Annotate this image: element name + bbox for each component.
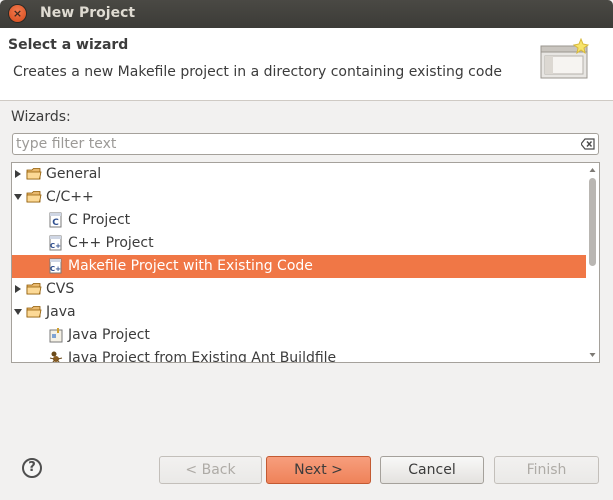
tree-item-label: Java: [46, 304, 76, 320]
next-button[interactable]: Next >: [266, 456, 371, 484]
tree-item-label: C++ Project: [68, 235, 154, 251]
expand-arrow-icon[interactable]: [13, 169, 23, 179]
tree-item[interactable]: Java Project: [12, 324, 586, 347]
expand-arrow-icon[interactable]: [13, 284, 23, 294]
wizard-tree[interactable]: General C/C++ C C Project C+ C++ Project C+ Mak…: [11, 162, 600, 363]
vertical-scrollbar[interactable]: [587, 164, 598, 361]
tree-item-label: General: [46, 166, 102, 182]
cpp-project-icon: C+: [49, 235, 62, 251]
svg-text:C: C: [52, 218, 59, 228]
title-bar: × New Project: [0, 0, 613, 28]
folder-icon: [26, 306, 42, 318]
tree-item[interactable]: C/C++: [12, 186, 586, 209]
tree-item-label: C Project: [68, 212, 131, 228]
svg-text:C+: C+: [50, 265, 61, 273]
cancel-button[interactable]: Cancel: [380, 456, 484, 484]
tree-item-label: Makefile Project with Existing Code: [68, 258, 313, 274]
folder-icon: [26, 168, 42, 180]
finish-button[interactable]: Finish: [494, 456, 599, 484]
cpp-project-icon: C+: [49, 258, 62, 274]
tree-item[interactable]: Java: [12, 301, 586, 324]
tree-item[interactable]: General: [12, 163, 586, 186]
page-title: Select a wizard: [8, 37, 129, 53]
tree-item-label: C/C++: [46, 189, 94, 205]
tree-item-label: CVS: [46, 281, 75, 297]
tree-item[interactable]: C+ C++ Project: [12, 232, 586, 255]
clear-filter-icon[interactable]: [581, 138, 595, 150]
svg-text:C+: C+: [50, 242, 61, 250]
ant-project-icon: [49, 351, 63, 362]
tree-item[interactable]: C+ Makefile Project with Existing Code: [12, 255, 586, 278]
folder-icon: [26, 283, 42, 295]
window-title: New Project: [40, 5, 136, 21]
tree-item[interactable]: CVS: [12, 278, 586, 301]
tree-item-label: Java Project from Existing Ant Buildfile: [68, 350, 337, 363]
scroll-down-icon[interactable]: [589, 352, 596, 358]
scroll-up-icon[interactable]: [589, 167, 596, 173]
page-description: Creates a new Makefile project in a dire…: [13, 64, 502, 80]
scrollbar-thumb[interactable]: [589, 178, 596, 266]
tree-item[interactable]: C C Project: [12, 209, 586, 232]
tree-item[interactable]: Java Project from Existing Ant Buildfile: [12, 347, 586, 363]
tree-item-label: Java Project: [68, 327, 150, 343]
filter-input[interactable]: [16, 135, 576, 153]
collapse-arrow-icon[interactable]: [13, 192, 23, 202]
filter-field[interactable]: [12, 133, 599, 155]
back-button[interactable]: < Back: [159, 456, 262, 484]
java-project-icon: [49, 328, 63, 343]
folder-icon: [26, 191, 42, 203]
wizards-label: Wizards:: [11, 109, 71, 125]
wizard-banner-icon: [540, 38, 590, 79]
c-project-icon: C: [49, 212, 62, 228]
collapse-arrow-icon[interactable]: [13, 307, 23, 317]
wizard-header: Select a wizard Creates a new Makefile p…: [0, 28, 613, 101]
help-button[interactable]: ?: [22, 458, 42, 478]
close-window-button[interactable]: ×: [9, 5, 26, 22]
